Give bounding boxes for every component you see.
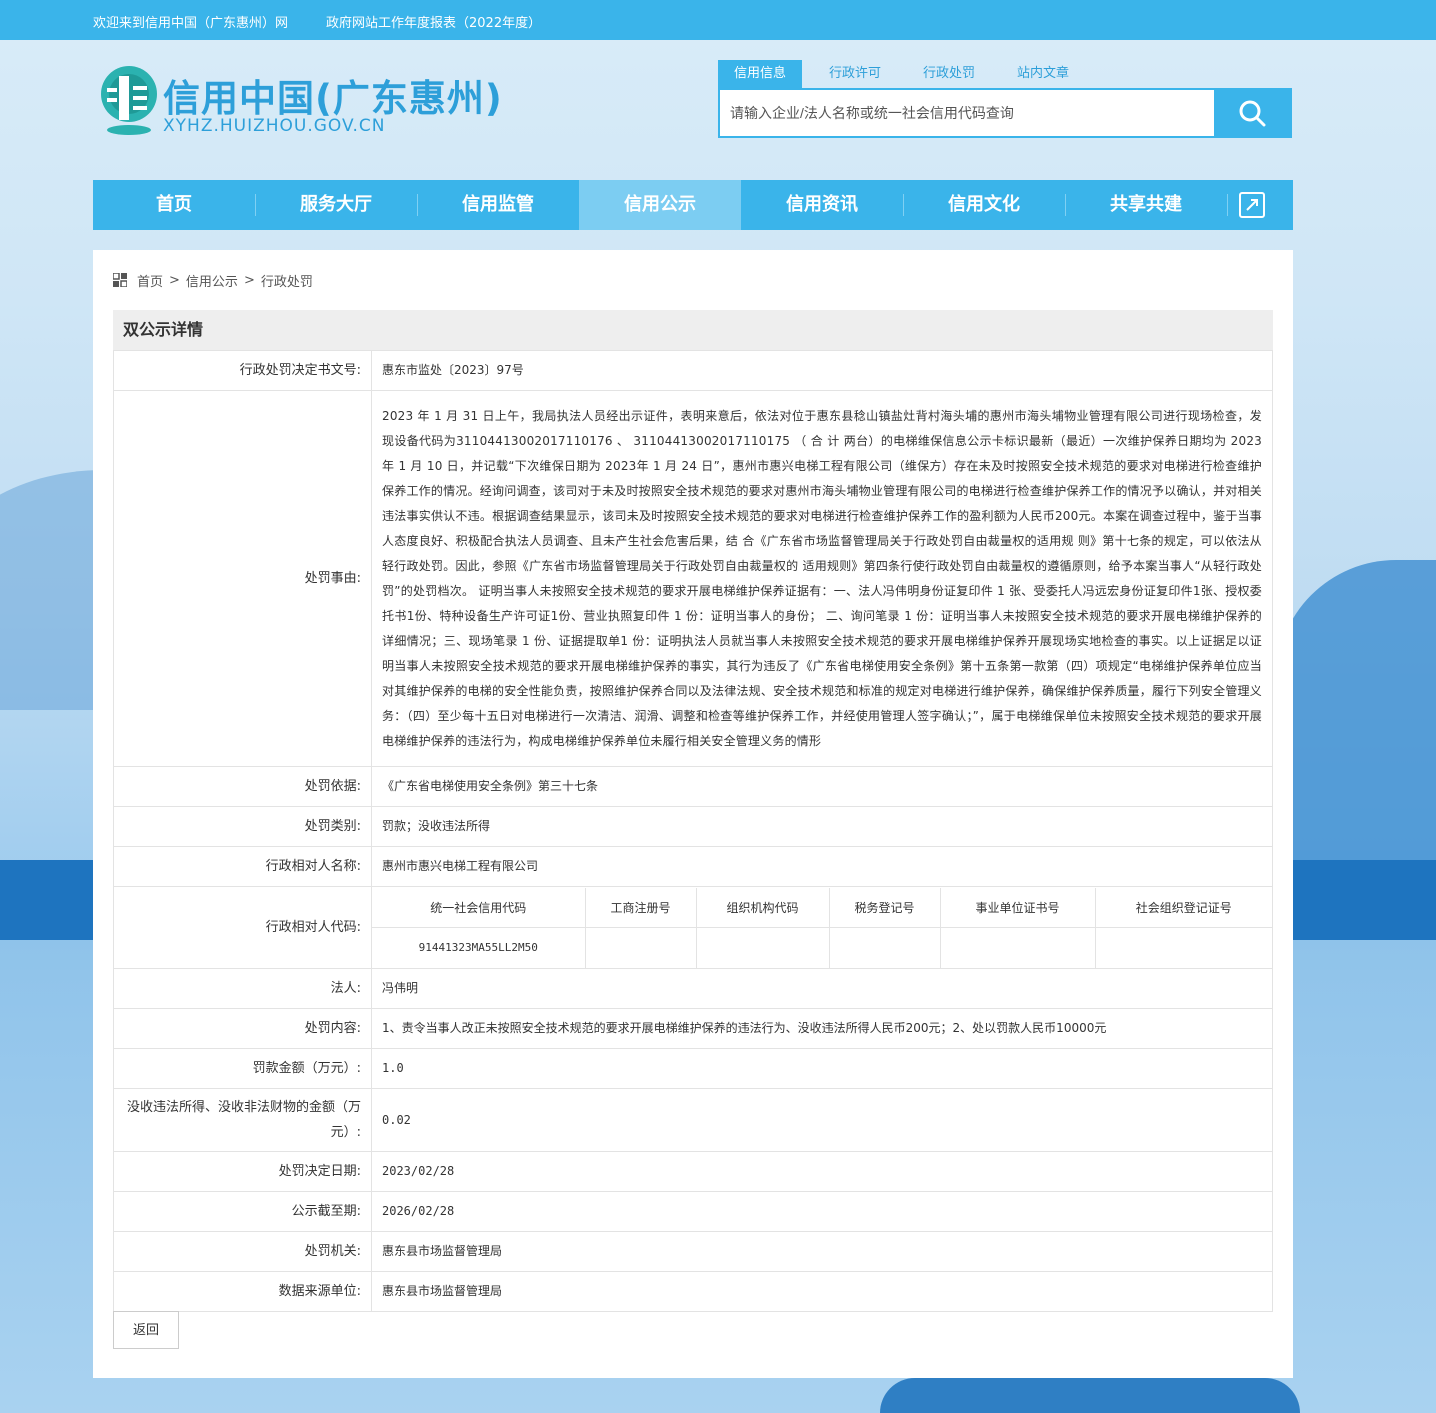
- nav-divider: [1227, 194, 1228, 216]
- search-button[interactable]: [1214, 90, 1290, 136]
- decision-no-value: 惠东市监处〔2023〕97号: [371, 350, 1273, 391]
- party-name-value: 惠州市惠兴电梯工程有限公司: [371, 846, 1273, 887]
- breadcrumb-separator: >: [243, 272, 255, 288]
- basis-label: 处罚依据:: [113, 766, 372, 807]
- party-code-header-row: 统一社会信用代码 工商注册号 组织机构代码 税务登记号 事业单位证书号 社会组织…: [372, 887, 1272, 928]
- breadcrumb-separator: >: [169, 272, 180, 288]
- legal-person-value: 冯伟明: [371, 968, 1273, 1009]
- row-basis: 处罚依据: 《广东省电梯使用安全条例》第三十七条: [113, 766, 1273, 807]
- decision-date-label: 处罚决定日期:: [113, 1151, 372, 1192]
- row-legal-person: 法人: 冯伟明: [113, 968, 1273, 1009]
- row-confiscation: 没收违法所得、没收非法财物的金额（万元）: 0.02: [113, 1088, 1273, 1152]
- fine-value: 1.0: [371, 1048, 1273, 1089]
- publish-until-value: 2026/02/28: [371, 1191, 1273, 1232]
- reason-label: 处罚事由:: [113, 390, 372, 767]
- breadcrumb-credit-publicity[interactable]: 信用公示: [186, 271, 238, 290]
- social-org-cert-value: [1095, 928, 1272, 968]
- search-tab-penalty[interactable]: 行政处罚: [907, 60, 991, 88]
- main-nav: 首页 服务大厅 信用监管 信用公示 信用资讯 信用文化 共享共建: [93, 180, 1293, 230]
- source-label: 数据来源单位:: [113, 1271, 372, 1312]
- publish-until-label: 公示截至期:: [113, 1191, 372, 1232]
- search-icon: [1239, 100, 1266, 127]
- org-code-value: [696, 927, 830, 968]
- search-tab-articles[interactable]: 站内文章: [1001, 60, 1085, 88]
- row-party-name: 行政相对人名称: 惠州市惠兴电梯工程有限公司: [113, 846, 1273, 887]
- logo-url: XYHZ.HUIZHOU.GOV.CN: [163, 116, 386, 136]
- section-title: 双公示详情: [113, 310, 1273, 350]
- breadcrumb: 首页 > 信用公示 > 行政处罚: [113, 270, 313, 290]
- search-tab-license[interactable]: 行政许可: [813, 60, 897, 88]
- breadcrumb-current: 行政处罚: [260, 274, 313, 290]
- nav-credit-culture[interactable]: 信用文化: [903, 180, 1065, 230]
- authority-value: 惠东县市场监督管理局: [371, 1231, 1273, 1272]
- party-name-label: 行政相对人名称:: [113, 846, 372, 887]
- institution-cert-value: [940, 927, 1096, 968]
- legal-person-label: 法人:: [113, 968, 372, 1009]
- row-decision-date: 处罚决定日期: 2023/02/28: [113, 1151, 1273, 1192]
- party-code-cell: 统一社会信用代码 工商注册号 组织机构代码 税务登记号 事业单位证书号 社会组织…: [371, 886, 1273, 969]
- content-label: 处罚内容:: [113, 1008, 372, 1049]
- row-content: 处罚内容: 1、责令当事人改正未按照安全技术规范的要求开展电梯维护保养的违法行为…: [113, 1008, 1273, 1049]
- decision-date-value: 2023/02/28: [371, 1151, 1273, 1192]
- confiscation-value: 0.02: [371, 1088, 1273, 1152]
- top-bar: 欢迎来到信用中国（广东惠州）网 政府网站工作年度报表（2022年度）: [0, 0, 1436, 40]
- row-decision-no: 行政处罚决定书文号: 惠东市监处〔2023〕97号: [113, 350, 1273, 391]
- party-code-value-row: 91441323MA55LL2M50: [372, 927, 1272, 968]
- annual-report-link[interactable]: 政府网站工作年度报表（2022年度）: [326, 12, 541, 31]
- tax-reg-value: [829, 927, 941, 968]
- party-code-label: 行政相对人代码:: [113, 886, 372, 969]
- site-logo[interactable]: 信用中国(广东惠州) XYHZ.HUIZHOU.GOV.CN: [93, 62, 513, 142]
- row-authority: 处罚机关: 惠东县市场监督管理局: [113, 1231, 1273, 1272]
- authority-label: 处罚机关:: [113, 1231, 372, 1272]
- col-business-reg: 工商注册号: [585, 887, 697, 928]
- basis-value: 《广东省电梯使用安全条例》第三十七条: [371, 766, 1273, 807]
- source-value: 惠东县市场监督管理局: [371, 1271, 1273, 1312]
- col-institution-cert: 事业单位证书号: [940, 887, 1096, 928]
- background-bridge-bottom: [880, 1378, 1300, 1413]
- category-label: 处罚类别:: [113, 806, 372, 847]
- row-fine: 罚款金额（万元）: 1.0: [113, 1048, 1273, 1089]
- fine-label: 罚款金额（万元）:: [113, 1048, 372, 1089]
- logo-title: 信用中国(广东惠州): [163, 77, 503, 120]
- row-source: 数据来源单位: 惠东县市场监督管理局: [113, 1271, 1273, 1312]
- decision-no-label: 行政处罚决定书文号:: [113, 350, 372, 391]
- party-code-table: 统一社会信用代码 工商注册号 组织机构代码 税务登记号 事业单位证书号 社会组织…: [372, 887, 1272, 968]
- welcome-text: 欢迎来到信用中国（广东惠州）网: [93, 16, 289, 31]
- nav-credit-news[interactable]: 信用资讯: [741, 180, 903, 230]
- category-value: 罚款；没收违法所得: [371, 806, 1273, 847]
- logo-emblem-icon: [101, 66, 157, 135]
- back-button[interactable]: 返回: [113, 1311, 179, 1349]
- expand-icon[interactable]: [1238, 191, 1266, 219]
- nav-service-hall[interactable]: 服务大厅: [255, 180, 417, 230]
- search-tab-credit-info[interactable]: 信用信息: [718, 60, 803, 88]
- breadcrumb-home[interactable]: 首页: [137, 271, 163, 290]
- usci-value: 91441323MA55LL2M50: [372, 927, 586, 968]
- row-publish-until: 公示截至期: 2026/02/28: [113, 1191, 1273, 1232]
- col-org-code: 组织机构代码: [696, 887, 830, 928]
- col-social-org-cert: 社会组织登记证号: [1095, 887, 1272, 928]
- row-reason: 处罚事由: 2023 年 1 月 31 日上午，我局执法人员经出示证件，表明来意…: [113, 390, 1273, 767]
- row-party-code: 行政相对人代码: 统一社会信用代码 工商注册号 组织机构代码 税务登记号 事业单…: [113, 886, 1273, 969]
- nav-credit-supervision[interactable]: 信用监管: [417, 180, 579, 230]
- col-tax-reg: 税务登记号: [829, 887, 941, 928]
- content-panel: 首页 > 信用公示 > 行政处罚 双公示详情 行政处罚决定书文号: 惠东市监处〔…: [93, 250, 1293, 1378]
- content-value: 1、责令当事人改正未按照安全技术规范的要求开展电梯维护保养的违法行为、没收违法所…: [371, 1008, 1273, 1049]
- confiscation-label: 没收违法所得、没收非法财物的金额（万元）:: [113, 1088, 372, 1152]
- search-input[interactable]: [720, 90, 1216, 136]
- grid-icon: [113, 273, 127, 287]
- detail-table: 行政处罚决定书文号: 惠东市监处〔2023〕97号 处罚事由: 2023 年 1…: [113, 350, 1273, 1312]
- nav-credit-publicity[interactable]: 信用公示: [579, 180, 741, 230]
- col-usci: 统一社会信用代码: [372, 887, 586, 928]
- business-reg-value: [585, 927, 697, 968]
- search-box: [718, 88, 1292, 138]
- nav-co-build[interactable]: 共享共建: [1065, 180, 1227, 230]
- nav-home[interactable]: 首页: [93, 180, 255, 230]
- reason-value: 2023 年 1 月 31 日上午，我局执法人员经出示证件，表明来意后，依法对位…: [371, 390, 1273, 767]
- row-category: 处罚类别: 罚款；没收违法所得: [113, 806, 1273, 847]
